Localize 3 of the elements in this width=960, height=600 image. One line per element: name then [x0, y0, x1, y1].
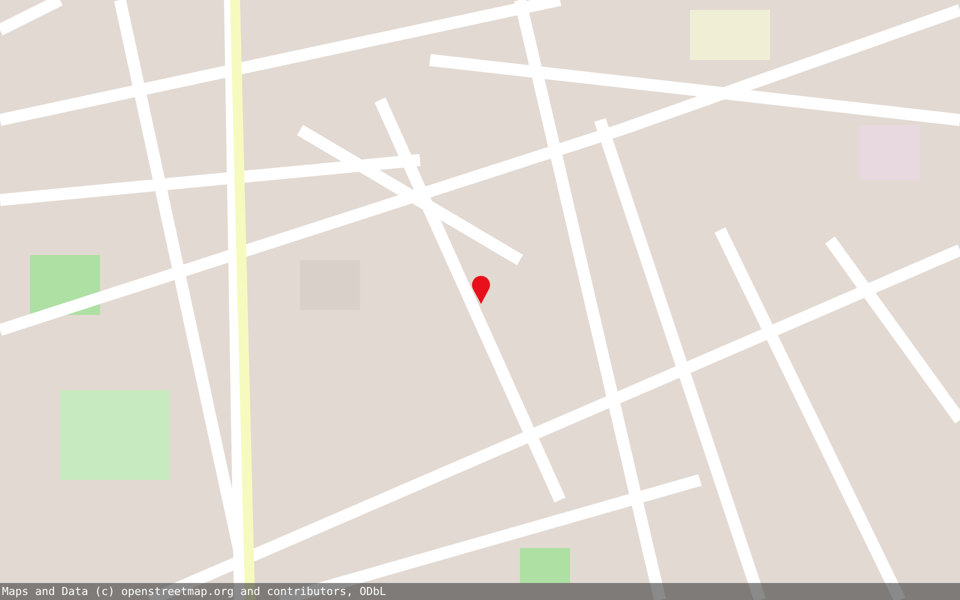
map-view[interactable]: Maps and Data (c) openstreetmap.org and contributors, ODbL	[0, 0, 960, 600]
map-pin-icon[interactable]	[471, 274, 491, 304]
attribution-text: Maps and Data (c) openstreetmap.org and contributors, ODbL	[2, 585, 386, 598]
